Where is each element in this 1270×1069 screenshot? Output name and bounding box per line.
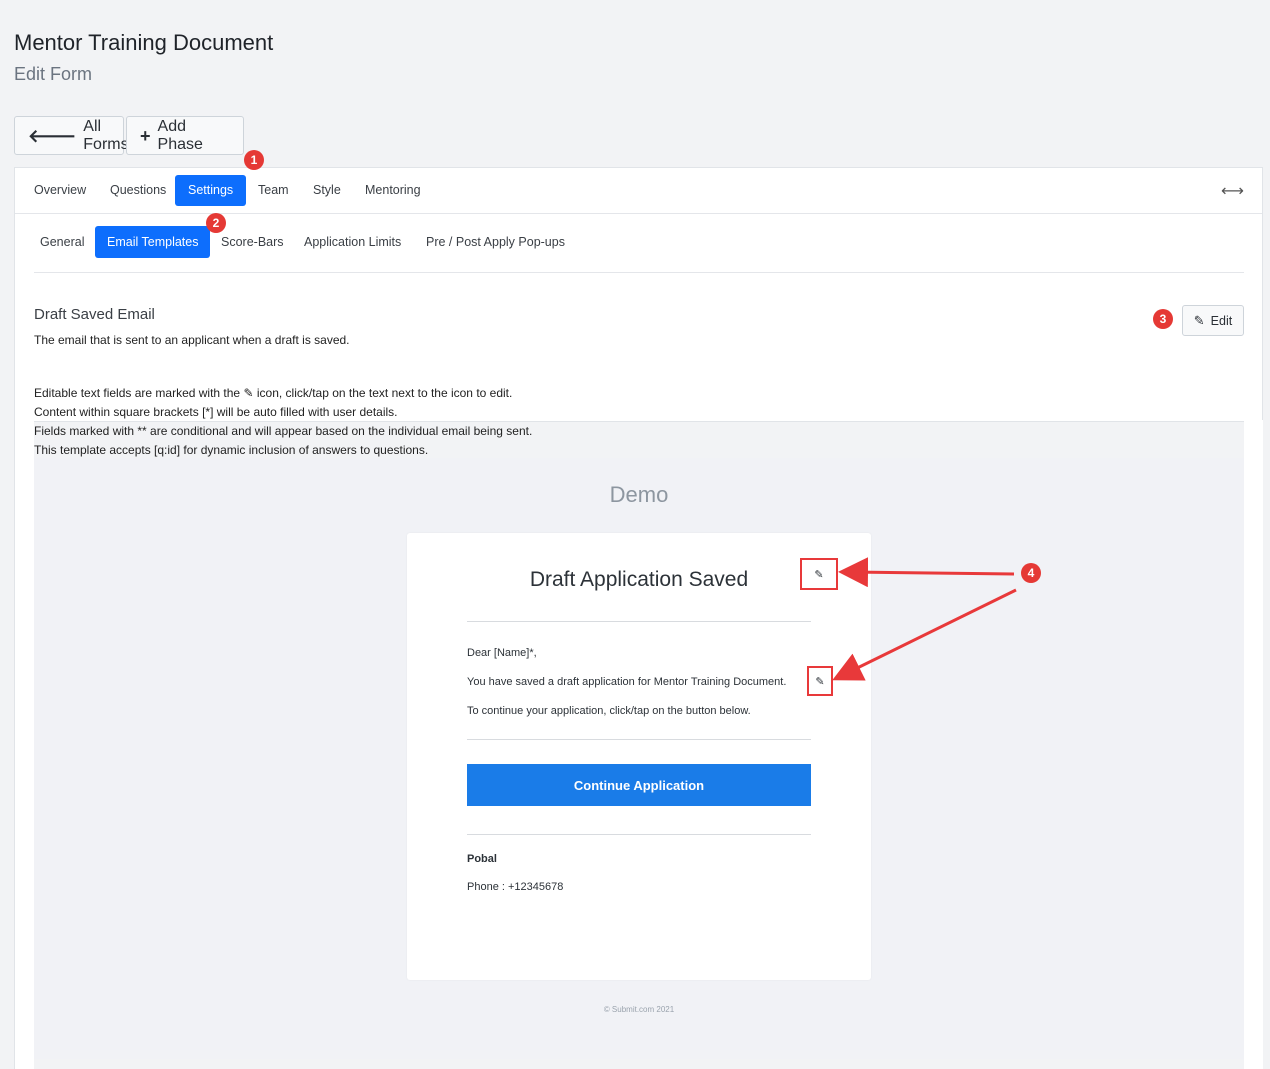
arrow-to-body-edit	[832, 588, 1017, 681]
arrow-to-heading-edit	[838, 557, 1015, 588]
annotation-arrows	[832, 557, 1017, 681]
